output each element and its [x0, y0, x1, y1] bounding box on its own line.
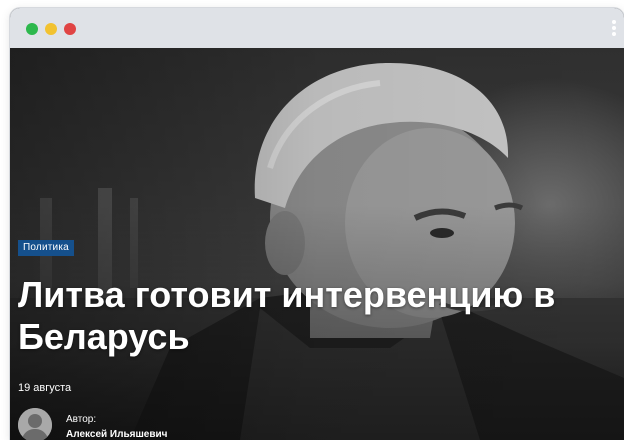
kebab-menu-icon[interactable]	[610, 18, 618, 38]
user-avatar-icon	[18, 408, 52, 440]
author-label: Автор:	[66, 414, 97, 425]
window-minimize-button[interactable]	[45, 23, 57, 35]
window-maximize-button[interactable]	[64, 23, 76, 35]
article-date: 19 августа	[18, 382, 72, 394]
category-badge[interactable]: Политика	[18, 240, 74, 256]
window-close-button[interactable]	[26, 23, 38, 35]
hero-gradient-overlay	[10, 48, 624, 440]
author-avatar[interactable]	[18, 408, 52, 440]
browser-window: Политика Литва готовит интервенцию в Бел…	[10, 8, 624, 440]
article-hero[interactable]: Политика Литва готовит интервенцию в Бел…	[10, 48, 624, 440]
article-title[interactable]: Литва готовит интервенцию в Беларусь	[18, 274, 618, 358]
window-titlebar	[10, 8, 624, 48]
author-name[interactable]: Алексей Ильяшевич	[66, 429, 167, 440]
